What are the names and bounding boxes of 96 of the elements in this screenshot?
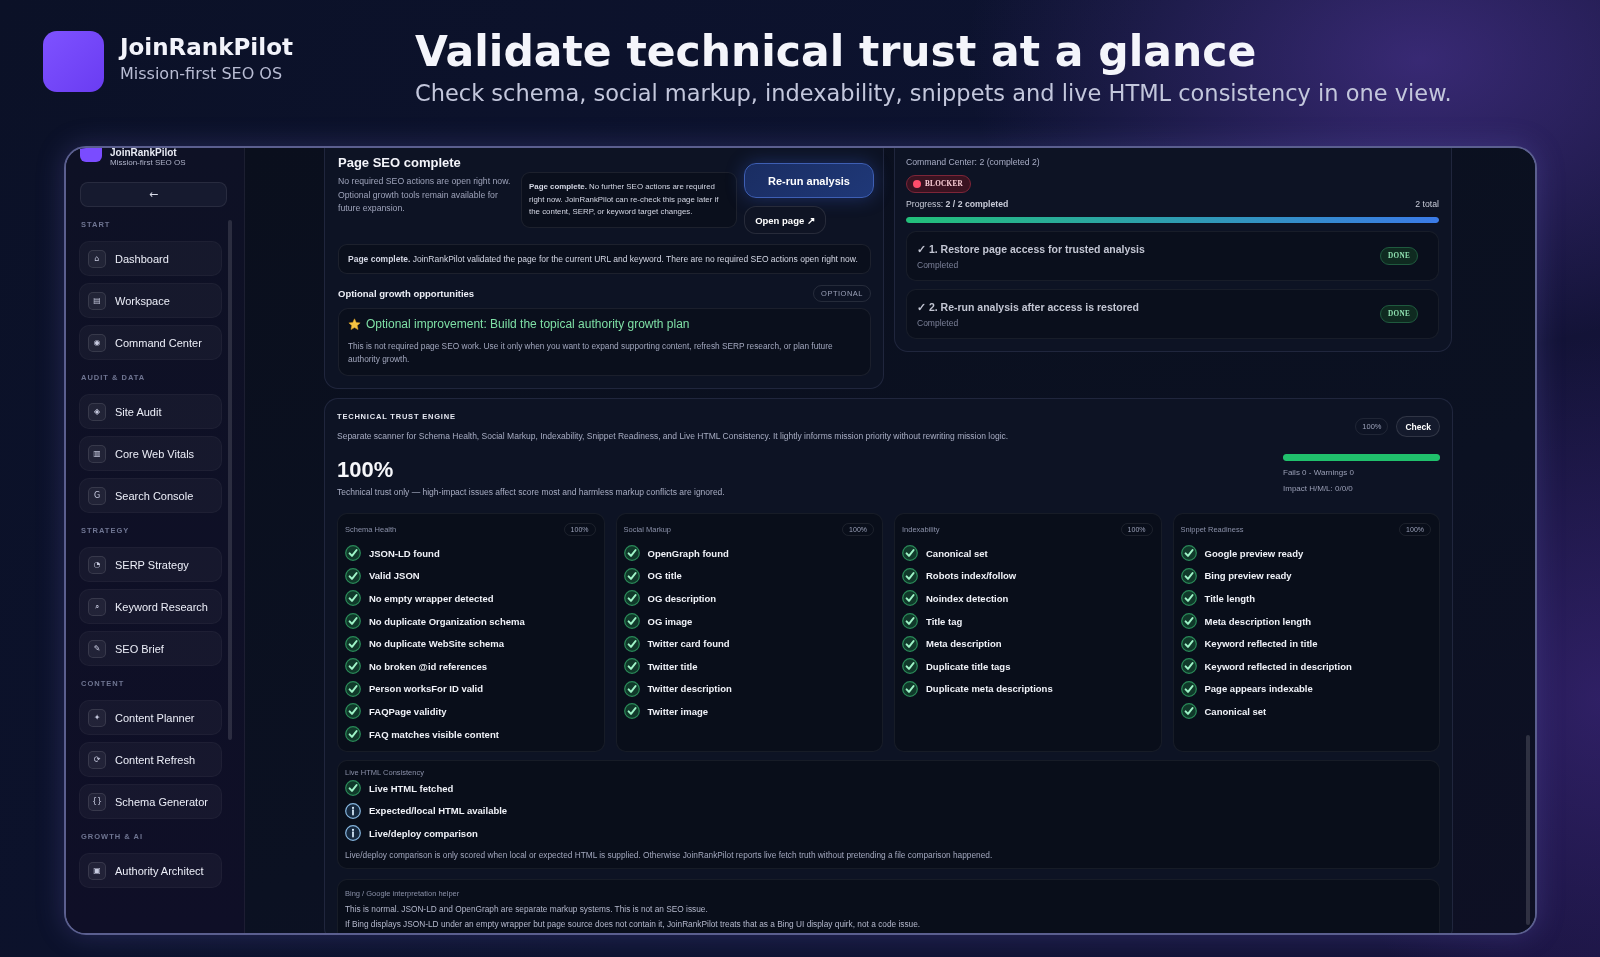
check-label: No duplicate Organization schema — [369, 615, 525, 627]
check-label: Expected/local HTML available — [369, 805, 508, 817]
helper-text: This is normal. JSON-LD and OpenGraph are separate markup systems. This is not an SEO issue. — [345, 902, 709, 916]
check-label: Valid JSON — [369, 570, 420, 582]
impact-text: Impact H/M/L: 0/0/0 — [1283, 483, 1354, 495]
check-label: FAQ matches visible content — [369, 728, 499, 740]
app-tagline: Mission-first SEO OS — [120, 64, 284, 84]
check-label: OpenGraph found — [647, 547, 729, 559]
check-label: Canonical set — [1204, 705, 1267, 717]
check-label: No duplicate WebSite schema — [369, 638, 504, 650]
progress-total: 2 total — [1415, 198, 1439, 211]
status-dot-icon — [913, 180, 921, 188]
nav-item[interactable]: {} Schema Generator — [79, 784, 222, 819]
nav-item[interactable]: ◈ Site Audit — [79, 394, 222, 429]
check-label: Duplicate title tags — [926, 660, 1011, 672]
nav-item-icon: ⟳ — [88, 750, 106, 769]
nav-item[interactable]: ◉ Command Center — [79, 325, 222, 360]
scrollbar[interactable] — [1526, 735, 1530, 925]
check-label: No broken @id references — [369, 660, 488, 672]
consistency-note: Live/deploy comparison is only scored when local or expected HTML is supplied. Otherwise JoinRankPilot reports live fetch truth without pretending a file comparison happened. — [345, 849, 994, 860]
check-label: Live/deploy comparison — [369, 828, 478, 839]
check-label: Canonical set — [926, 547, 988, 559]
nav-item[interactable]: ✎ SEO Brief — [79, 631, 222, 666]
sidebar-app-name: JoinRankPilot — [110, 148, 178, 158]
check-label: Title length — [1204, 593, 1255, 604]
check-label: Keyword reflected in description — [1204, 660, 1352, 672]
section-heading: Optional growth opportunities — [338, 288, 475, 299]
check-label: FAQPage validity — [369, 705, 447, 717]
check-label: Meta description length — [1204, 615, 1312, 627]
check-label: Noindex detection — [926, 593, 1009, 604]
helper-text: If Bing displays JSON-LD under an empty wrapper but page source does not contain it, JoinRankPilot treats that as a Bing UI display quirk, not a code issue. — [345, 917, 922, 931]
check-label: Robots index/follow — [926, 570, 1017, 582]
back-button[interactable]: ← — [80, 182, 227, 207]
nav-item[interactable]: ⌂ Dashboard — [79, 241, 222, 276]
nav-item-icon: {} — [88, 792, 106, 811]
nav-item-icon: ◉ — [88, 333, 106, 352]
page-title: Validate technical trust at a glance — [415, 28, 1258, 76]
nav-item[interactable]: ▤ Workspace — [79, 283, 222, 318]
check-label: Title tag — [926, 615, 963, 627]
nav-item[interactable]: ◔ SERP Strategy — [79, 547, 222, 582]
step-title: ✓ 1. Restore page access for trusted analysis — [917, 242, 1145, 255]
nav-item-icon: ◈ — [88, 402, 106, 421]
nav-item-icon: ▣ — [88, 861, 106, 880]
score-note: Technical trust only — high-impact issues affect score most and harmless markup conflicts are ignored. — [337, 487, 726, 497]
check-label: Bing preview ready — [1204, 570, 1292, 582]
sidebar-tagline: Mission-first SEO OS — [110, 158, 186, 167]
open-page-button[interactable]: Open page ↗ — [744, 206, 826, 234]
step-status: Completed — [917, 317, 960, 328]
check-label: OG title — [647, 570, 682, 582]
check-label: Live HTML fetched — [369, 782, 454, 794]
check-label: Twitter title — [647, 660, 698, 672]
nav-item[interactable]: ✦ Content Planner — [79, 700, 222, 735]
check-label: Keyword reflected in title — [1204, 638, 1318, 650]
summary-text: Command Center: 2 (completed 2) — [906, 156, 1041, 168]
improvement-description: This is not required page SEO work. Use it only when you want to expand supporting content, refresh SERP research, or plan future authority growth. — [348, 340, 834, 366]
check-label: No empty wrapper detected — [369, 593, 494, 604]
check-label: Twitter card found — [647, 638, 730, 650]
card-title: Page SEO complete — [338, 155, 462, 171]
nav-item[interactable]: G Search Console — [79, 478, 222, 513]
nav-item-icon: ✦ — [88, 708, 106, 727]
rerun-button[interactable]: Re-run analysis — [744, 163, 874, 198]
check-label: OG image — [647, 615, 693, 627]
page-subtitle: Check schema, social markup, indexability, snippets and live HTML consistency in one view. — [415, 80, 1452, 107]
improvement-title: Optional improvement: Build the topical authority growth plan — [366, 317, 690, 331]
star-icon — [348, 317, 361, 331]
logo-icon — [43, 31, 104, 92]
check-label: Google preview ready — [1204, 547, 1304, 559]
nav-item-icon: ✎ — [88, 639, 106, 658]
check-label: JSON-LD found — [369, 547, 440, 559]
check-label: Person worksFor ID valid — [369, 683, 484, 695]
trust-description: Separate scanner for Schema Health, Social Markup, Indexability, Snippet Readiness, and Live HTML Consistency. It lightly informs mission priority without rewriting mission logic. — [337, 431, 1009, 441]
nav-item[interactable]: ▣ Authority Architect — [79, 853, 222, 888]
fails-warnings-text: Fails 0 - Warnings 0 — [1283, 467, 1355, 479]
nav-item-icon: ⌂ — [88, 249, 106, 268]
check-label: Duplicate meta descriptions — [926, 683, 1053, 695]
nav-item-icon: ◔ — [88, 555, 106, 574]
nav-item-icon: ▤ — [88, 291, 106, 310]
check-label: OG description — [647, 593, 717, 604]
check-label: Page appears indexable — [1204, 683, 1313, 695]
check-label: Meta description — [926, 638, 1002, 650]
check-button[interactable]: Check — [1396, 416, 1440, 437]
progress-label: Progress: 2 / 2 completed — [906, 198, 1009, 211]
app-name: JoinRankPilot — [120, 33, 293, 61]
check-label: Twitter description — [647, 683, 732, 695]
step-title: ✓ 2. Re-run analysis after access is restored — [917, 300, 1140, 313]
card-description: No required SEO actions are open right now. Optional growth tools remain available for future expansion. — [338, 175, 512, 215]
score-value: 100% — [337, 458, 395, 482]
step-status: Completed — [917, 259, 960, 270]
nav-item[interactable]: ⟳ Content Refresh — [79, 742, 222, 777]
check-label: Twitter image — [647, 705, 709, 717]
nav-item-icon: ⌕ — [88, 597, 106, 616]
status-banner: Page complete. JoinRankPilot validated the page for the current URL and keyword. There are no required SEO actions open right now. — [338, 244, 871, 274]
nav-item-icon: G — [88, 486, 106, 505]
nav-item[interactable]: ▥ Core Web Vitals — [79, 436, 222, 471]
nav-item[interactable]: ⌕ Keyword Research — [79, 589, 222, 624]
nav-item-icon: ▥ — [88, 444, 106, 463]
